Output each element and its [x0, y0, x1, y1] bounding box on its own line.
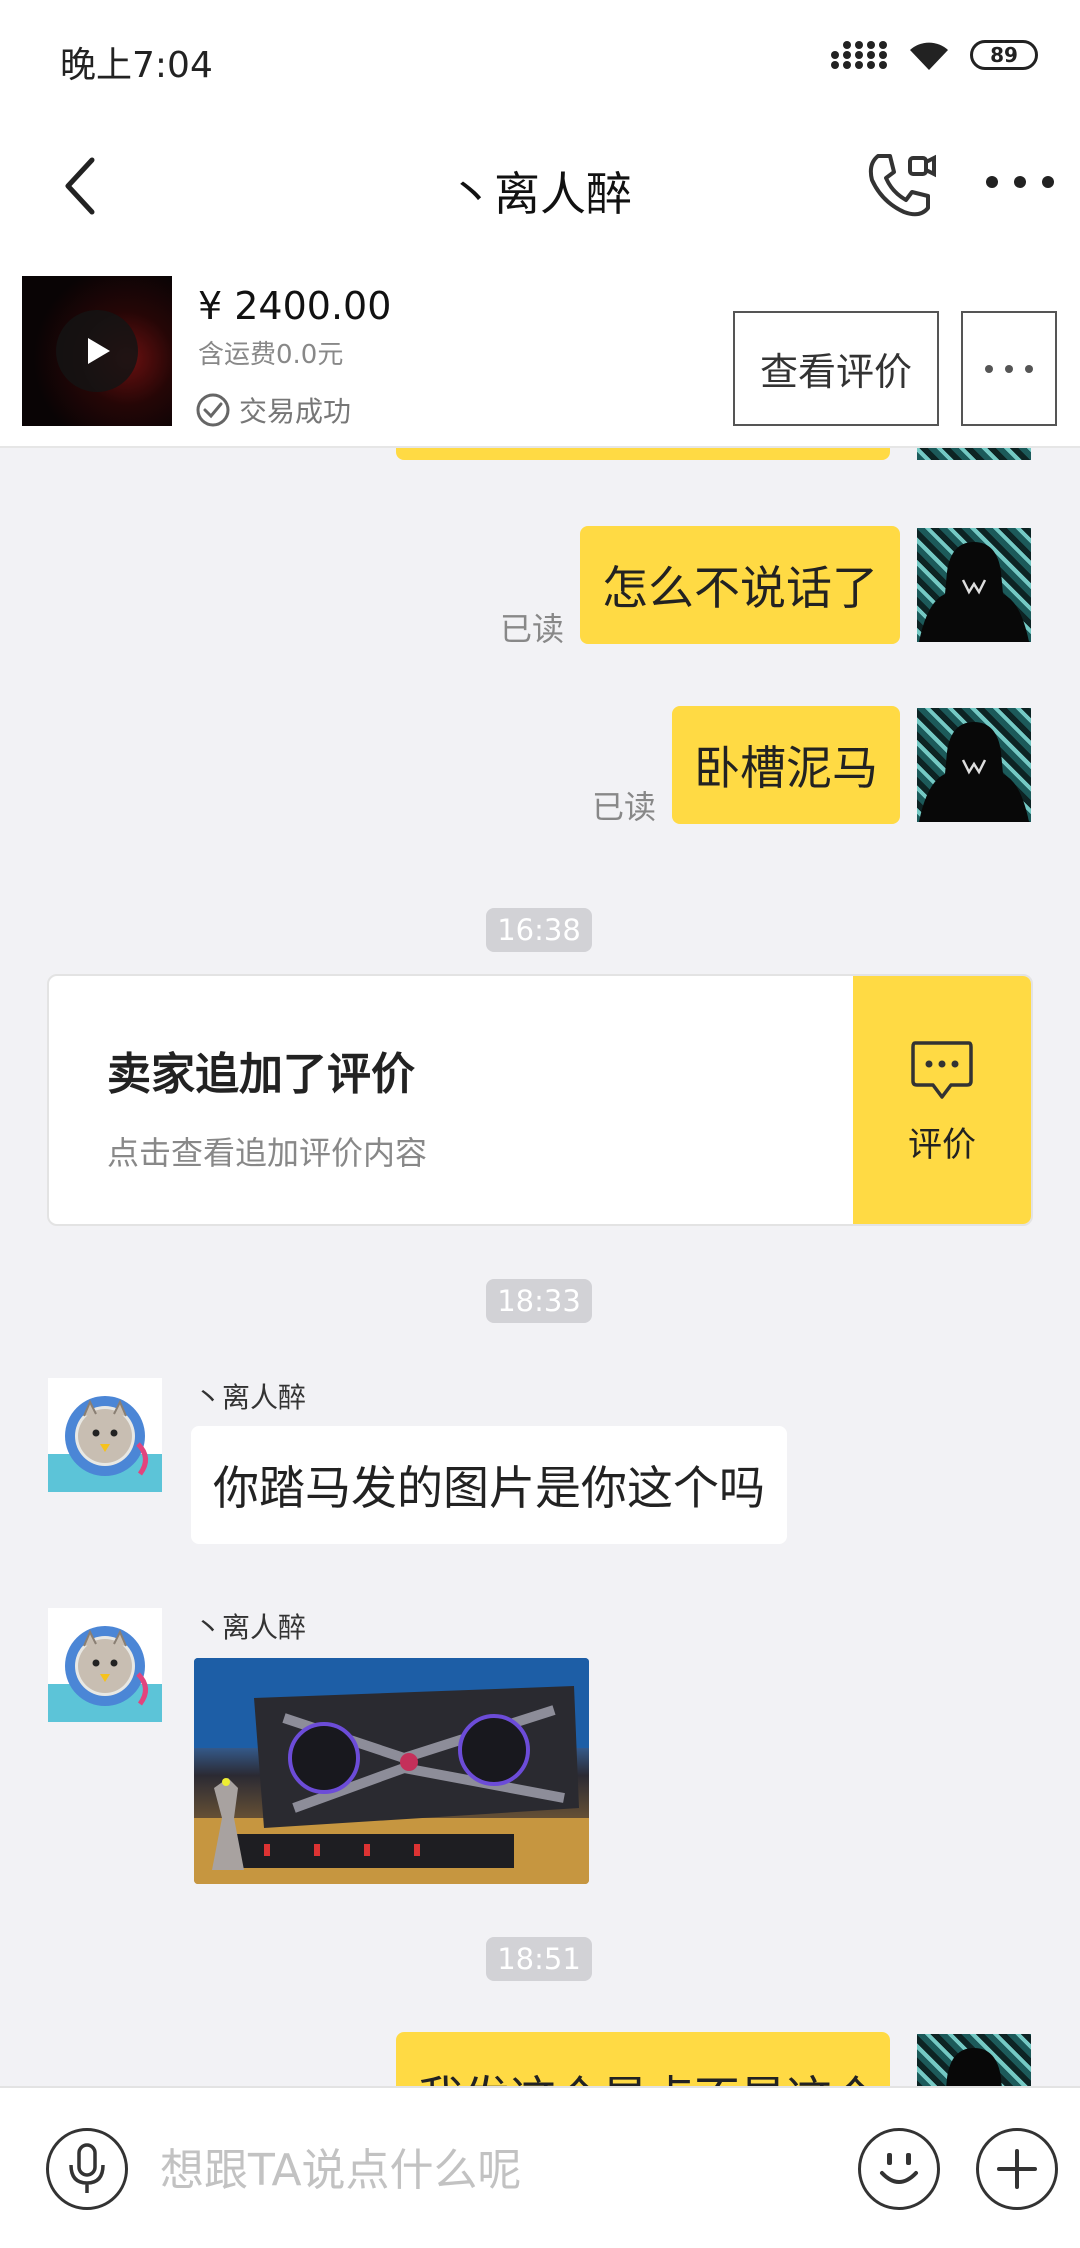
cat-astronaut-icon	[48, 1626, 162, 1722]
phone-video-icon	[868, 154, 936, 217]
status-time: 晚上7:04	[60, 45, 213, 86]
graphics-card-photo	[194, 1658, 589, 1884]
comment-icon	[911, 1040, 973, 1099]
more-icon	[986, 176, 1054, 188]
sender-name: 丶离人醉	[194, 1381, 307, 1414]
image-message[interactable]	[194, 1658, 589, 1884]
signal-icon	[831, 41, 887, 69]
product-video-thumbnail[interactable]	[22, 276, 172, 426]
view-review-button[interactable]: 查看评价	[733, 311, 939, 426]
status-icons: 89	[830, 38, 1038, 72]
timestamp: 18:33	[486, 1279, 592, 1323]
smiley-icon	[880, 2153, 918, 2184]
product-bar: ¥ 2400.00 含运费0.0元 交易成功 查看评价	[0, 268, 1080, 448]
call-button[interactable]	[860, 146, 940, 226]
chat-area[interactable]: 已读 怎么不说话了 已读 卧槽泥马 16:38 卖家追加了评价 点击查看追加评价…	[0, 448, 1080, 2086]
review-notification-card[interactable]: 卖家追加了评价 点击查看追加评价内容 评价	[47, 974, 1033, 1226]
sender-name: 丶离人醉	[194, 1611, 307, 1644]
hooded-figure-icon	[946, 2048, 1002, 2086]
more-icon	[985, 364, 1033, 373]
card-title: 卖家追加了评价	[107, 1049, 415, 1100]
my-avatar[interactable]	[917, 2034, 1031, 2086]
wifi-icon	[910, 42, 948, 70]
status-bar: 晚上7:04 89	[0, 0, 1080, 118]
message-input[interactable]	[160, 2130, 820, 2210]
play-icon[interactable]	[56, 310, 138, 392]
emoji-button[interactable]	[858, 2128, 940, 2210]
product-more-button[interactable]	[961, 311, 1057, 426]
contact-avatar[interactable]	[48, 1608, 162, 1722]
my-avatar[interactable]	[917, 448, 1031, 460]
timestamp: 16:38	[486, 908, 592, 952]
read-status: 已读	[592, 788, 657, 826]
review-action-label: 评价	[908, 1124, 976, 1165]
add-attachment-button[interactable]	[976, 2128, 1058, 2210]
more-options-button[interactable]	[980, 152, 1060, 212]
my-avatar[interactable]	[917, 708, 1031, 822]
shipping-info: 含运费0.0元	[198, 340, 344, 370]
cat-astronaut-icon	[48, 1396, 162, 1492]
message-bubble[interactable]: 你踏马发的图片是你这个吗	[191, 1426, 787, 1544]
microphone-icon	[69, 2143, 105, 2193]
timestamp: 18:51	[486, 1937, 592, 1981]
message-bubble[interactable]: 怎么不说话了	[580, 526, 900, 644]
check-circle-icon	[196, 393, 230, 427]
review-action[interactable]: 评价	[853, 976, 1031, 1224]
contact-avatar[interactable]	[48, 1378, 162, 1492]
my-avatar[interactable]	[917, 528, 1031, 642]
plus-icon	[997, 2149, 1037, 2189]
hooded-figure-icon	[919, 722, 1029, 822]
product-price: ¥ 2400.00	[198, 284, 392, 328]
message-bubble-partial[interactable]	[396, 448, 890, 460]
chat-header: 丶离人醉	[0, 118, 1080, 268]
message-bubble-partial[interactable]: 我发这个是点不是这个	[396, 2032, 890, 2086]
input-bar	[0, 2086, 1080, 2248]
read-status: 已读	[500, 610, 565, 648]
trade-status: 交易成功	[195, 390, 351, 430]
card-subtitle: 点击查看追加评价内容	[107, 1134, 428, 1172]
voice-input-button[interactable]	[46, 2128, 128, 2210]
battery-indicator: 89	[970, 40, 1038, 70]
message-bubble[interactable]: 卧槽泥马	[672, 706, 900, 824]
trade-status-text: 交易成功	[239, 395, 352, 428]
hooded-figure-icon	[919, 542, 1029, 642]
